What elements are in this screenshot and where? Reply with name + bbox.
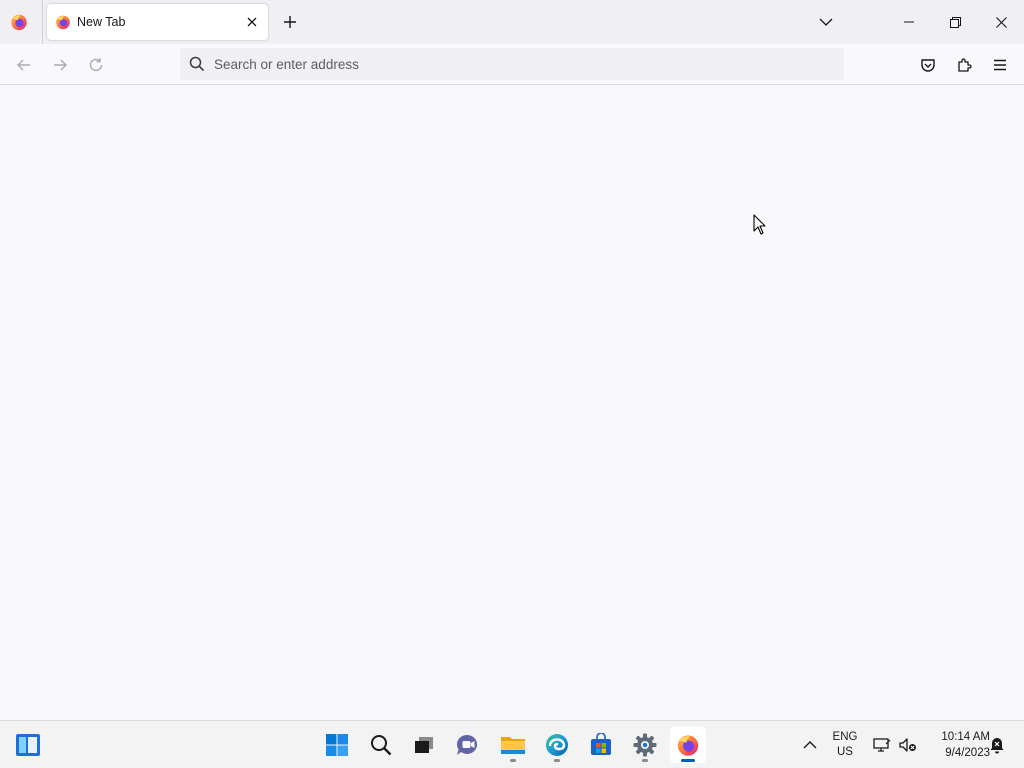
- close-icon: [995, 16, 1007, 28]
- reload-button[interactable]: [83, 52, 109, 78]
- page-content[interactable]: [0, 85, 1024, 720]
- back-button[interactable]: [11, 52, 37, 78]
- language-code: ENG: [832, 731, 858, 743]
- file-explorer-icon: [501, 737, 525, 754]
- list-all-tabs-button[interactable]: [814, 10, 838, 34]
- network-disconnected-icon: [873, 738, 891, 752]
- navigation-toolbar: [0, 44, 1024, 85]
- close-window-button[interactable]: [978, 0, 1024, 44]
- hamburger-menu-icon: [994, 59, 1006, 71]
- chat-icon: [456, 734, 478, 755]
- tab-title: New Tab: [77, 15, 126, 29]
- notification-icon: [990, 738, 1004, 754]
- edge-icon: [546, 734, 568, 756]
- taskbar: ENG US 10:14 AM 9/4/2023: [0, 720, 1024, 768]
- file-explorer-button[interactable]: [495, 727, 531, 763]
- widgets-icon: [16, 734, 40, 756]
- active-indicator: [681, 759, 695, 762]
- volume-button[interactable]: [898, 735, 918, 755]
- settings-button[interactable]: [627, 727, 663, 763]
- tab-divider: [42, 0, 43, 44]
- minimize-icon: [904, 21, 914, 23]
- forward-button[interactable]: [47, 52, 73, 78]
- address-input[interactable]: [214, 48, 814, 80]
- clock-date: 9/4/2023: [945, 747, 990, 759]
- search-icon: [189, 56, 205, 72]
- task-view-button[interactable]: [406, 727, 442, 763]
- restore-button[interactable]: [932, 0, 978, 44]
- clock[interactable]: 10:14 AM 9/4/2023: [924, 729, 990, 761]
- network-button[interactable]: [872, 735, 892, 755]
- restore-icon: [949, 16, 961, 28]
- edge-button[interactable]: [539, 727, 575, 763]
- store-button[interactable]: [583, 727, 619, 763]
- running-indicator: [642, 759, 648, 762]
- firefox-favicon-icon: [55, 14, 71, 30]
- firefox-icon: [11, 14, 27, 31]
- new-tab-button[interactable]: [278, 10, 302, 34]
- running-indicator: [510, 759, 516, 762]
- puzzle-piece-icon: [958, 58, 972, 72]
- extensions-button[interactable]: [951, 52, 977, 78]
- open-menu-button[interactable]: [987, 52, 1013, 78]
- clock-time: 10:14 AM: [941, 731, 990, 743]
- address-bar[interactable]: [180, 48, 844, 80]
- reload-icon: [89, 58, 103, 72]
- chevron-up-icon: [803, 741, 817, 749]
- start-button[interactable]: [319, 727, 355, 763]
- chevron-down-icon: [819, 18, 833, 26]
- speaker-muted-icon: [899, 738, 916, 752]
- arrow-left-icon: [17, 59, 30, 71]
- plus-icon: [284, 16, 296, 28]
- store-icon: [591, 733, 611, 755]
- tab-strip: New Tab: [0, 0, 1024, 44]
- show-hidden-icons-button[interactable]: [800, 735, 820, 755]
- firefox-taskbar-button[interactable]: [670, 727, 706, 763]
- pocket-icon: [921, 59, 935, 72]
- tab-new-tab[interactable]: New Tab: [47, 4, 268, 40]
- notifications-button[interactable]: [987, 735, 1007, 755]
- minimize-button[interactable]: [886, 0, 932, 44]
- running-indicator: [554, 759, 560, 762]
- firefox-icon: [677, 735, 699, 756]
- mouse-cursor-icon: [753, 214, 767, 236]
- region-code: US: [837, 746, 853, 758]
- search-icon: [371, 735, 392, 756]
- firefox-view-button[interactable]: [9, 12, 29, 32]
- chat-button[interactable]: [450, 727, 486, 763]
- widgets-button[interactable]: [10, 727, 46, 763]
- gear-icon: [633, 733, 657, 757]
- tab-close-icon[interactable]: [242, 12, 262, 32]
- arrow-right-icon: [54, 59, 67, 71]
- start-icon: [326, 734, 348, 756]
- taskbar-search-button[interactable]: [363, 727, 399, 763]
- input-language-indicator[interactable]: ENG US: [826, 730, 864, 760]
- task-view-icon: [415, 737, 433, 753]
- save-to-pocket-button[interactable]: [915, 52, 941, 78]
